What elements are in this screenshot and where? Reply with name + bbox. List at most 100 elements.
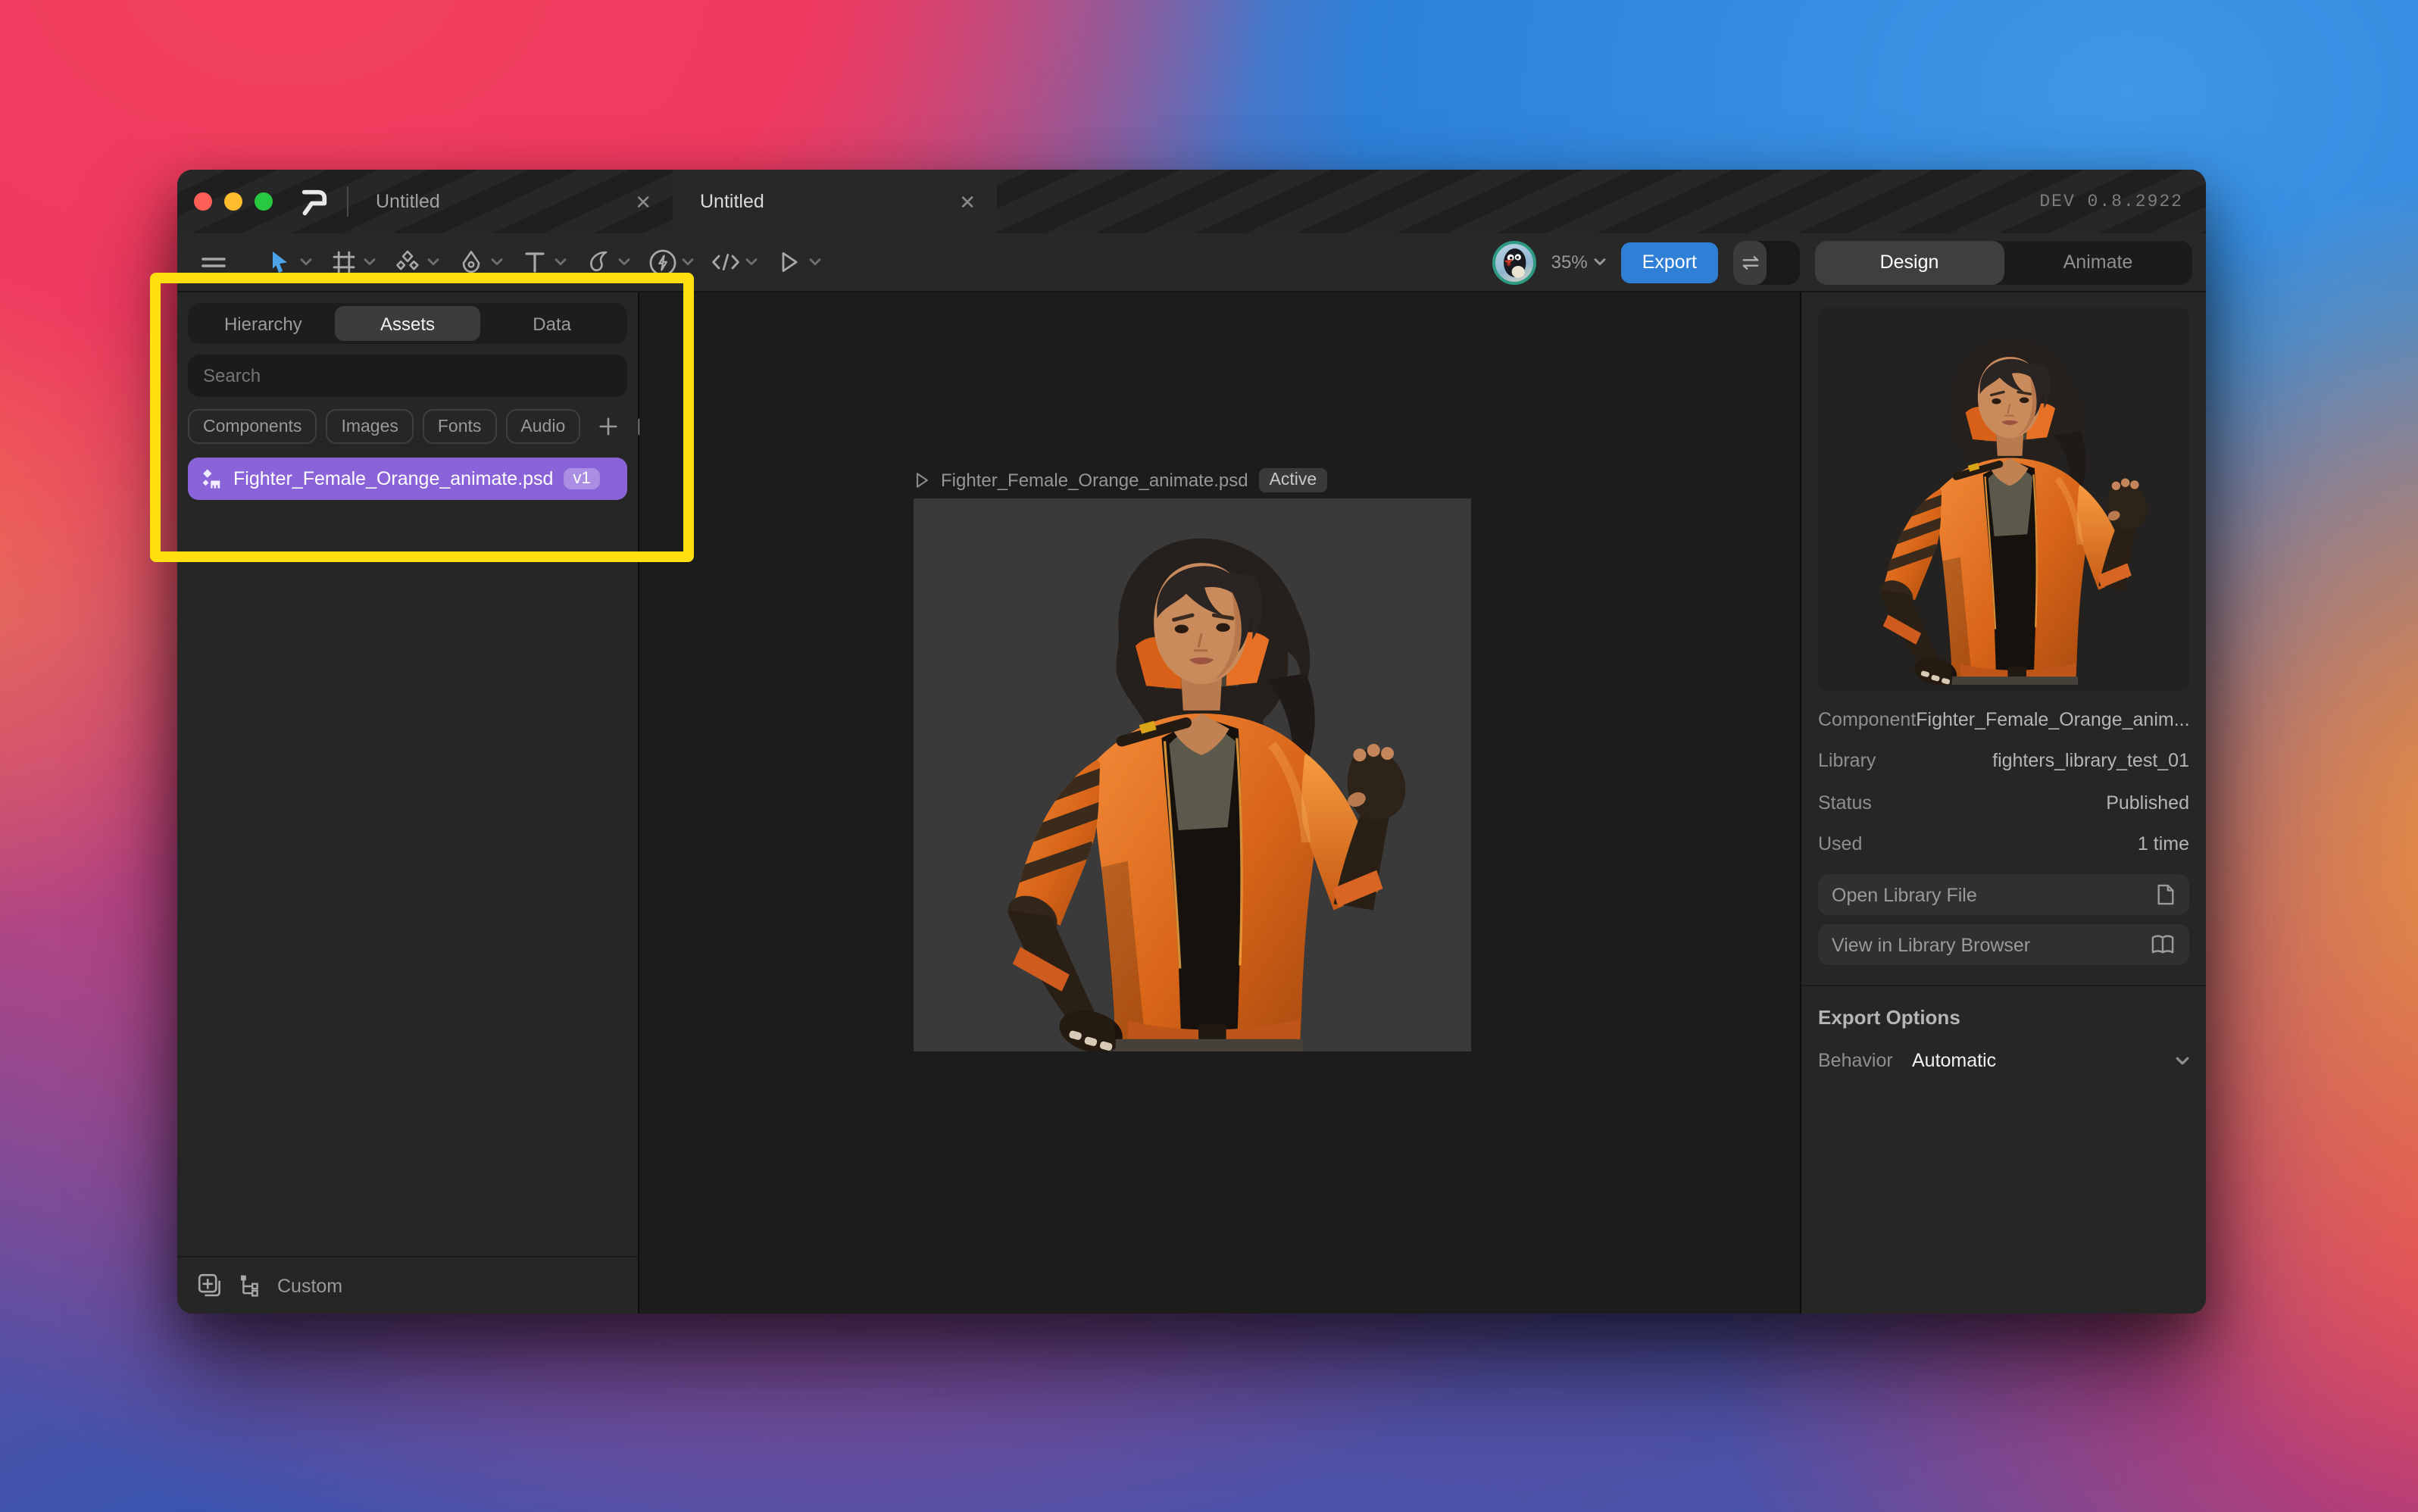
zoom-window-button[interactable] xyxy=(255,192,273,211)
property-value: Fighter_Female_Orange_anim... xyxy=(1916,709,2189,730)
document-tab-1[interactable]: Untitled ✕ xyxy=(348,170,673,233)
traffic-lights xyxy=(177,170,294,233)
behavior-row[interactable]: Behavior Automatic xyxy=(1818,1050,2189,1071)
tab-assets[interactable]: Assets xyxy=(336,306,480,341)
artboard[interactable] xyxy=(914,498,1471,1051)
tab-assets-label: Assets xyxy=(380,313,435,334)
menu-icon[interactable] xyxy=(197,245,230,279)
rive-logo-icon xyxy=(294,170,347,233)
filter-images[interactable]: Images xyxy=(326,409,413,444)
export-button-label: Export xyxy=(1642,251,1697,273)
minimize-window-button[interactable] xyxy=(224,192,242,211)
pen-tool-icon[interactable] xyxy=(455,245,488,279)
artboard-tool-icon[interactable] xyxy=(327,245,361,279)
tab-hierarchy[interactable]: Hierarchy xyxy=(191,306,336,341)
compare-toggle[interactable] xyxy=(1733,240,1800,284)
play-outline-icon[interactable] xyxy=(914,471,930,489)
chevron-down-icon[interactable] xyxy=(618,245,633,279)
mode-switcher: Design Animate xyxy=(1815,240,2192,284)
section-divider xyxy=(1801,985,2206,986)
desktop-wallpaper: Untitled ✕ Untitled ✕ DEV 0.8.2922 xyxy=(0,0,2418,1512)
code-tool-icon[interactable] xyxy=(709,245,742,279)
chevron-down-icon xyxy=(1594,258,1606,267)
close-window-button[interactable] xyxy=(194,192,212,211)
chevron-down-icon[interactable] xyxy=(491,245,506,279)
tab-design-label: Design xyxy=(1880,251,1939,273)
add-asset-plus-icon[interactable] xyxy=(598,417,618,436)
close-tab-icon[interactable]: ✕ xyxy=(953,189,982,214)
chevron-down-icon xyxy=(2176,1055,2189,1066)
fighter-character-image xyxy=(914,498,1471,1051)
left-panel-footer: Custom xyxy=(177,1256,638,1314)
workspace: Hierarchy Assets Data Components Images … xyxy=(177,292,2206,1314)
button-label: Open Library File xyxy=(1832,884,1977,905)
filter-label: Images xyxy=(341,417,398,436)
fighter-character-thumbnail xyxy=(1818,308,2189,691)
chevron-down-icon[interactable] xyxy=(682,245,697,279)
trigger-tool-icon[interactable] xyxy=(645,245,679,279)
property-label: Library xyxy=(1818,751,1876,772)
property-value: 1 time xyxy=(2138,834,2189,855)
tab-animate-label: Animate xyxy=(2063,251,2133,273)
button-label: View in Library Browser xyxy=(1832,934,2030,955)
search-input[interactable] xyxy=(188,355,627,397)
tab-hierarchy-label: Hierarchy xyxy=(224,313,302,334)
tab-data[interactable]: Data xyxy=(480,306,624,341)
rive-app-window: Untitled ✕ Untitled ✕ DEV 0.8.2922 xyxy=(177,170,2206,1314)
asset-filter-row: Components Images Fonts Audio xyxy=(188,409,627,444)
filter-fonts[interactable]: Fonts xyxy=(423,409,497,444)
property-row: Status Published xyxy=(1818,782,2189,823)
tab-design[interactable]: Design xyxy=(1815,240,2004,284)
bone-tool-icon[interactable] xyxy=(582,245,615,279)
chevron-down-icon[interactable] xyxy=(555,245,570,279)
chevron-down-icon[interactable] xyxy=(745,245,761,279)
compare-toggle-off-half xyxy=(1767,240,1800,284)
tab-animate[interactable]: Animate xyxy=(2004,240,2192,284)
artboard-name[interactable]: Fighter_Female_Orange_animate.psd xyxy=(941,470,1248,491)
filter-components[interactable]: Components xyxy=(188,409,317,444)
component-asset-icon xyxy=(200,467,223,490)
export-button[interactable]: Export xyxy=(1621,242,1718,283)
library-book-icon xyxy=(2150,933,2176,956)
property-row: Used 1 time xyxy=(1818,823,2189,865)
left-panel: Hierarchy Assets Data Components Images … xyxy=(177,292,639,1314)
artboard-header: Fighter_Female_Orange_animate.psd Active xyxy=(914,468,1327,492)
property-label: Status xyxy=(1818,792,1872,814)
tab-data-label: Data xyxy=(533,313,571,334)
title-bar: Untitled ✕ Untitled ✕ DEV 0.8.2922 xyxy=(177,170,2206,233)
chevron-down-icon[interactable] xyxy=(300,245,315,279)
footer-custom-label: Custom xyxy=(277,1275,342,1296)
add-artboard-icon[interactable] xyxy=(197,1273,223,1298)
asset-list-item[interactable]: Fighter_Female_Orange_animate.psd v1 xyxy=(188,458,627,500)
tab-label: Untitled xyxy=(376,191,629,212)
export-options-title: Export Options xyxy=(1818,1006,2189,1029)
filter-audio[interactable]: Audio xyxy=(505,409,580,444)
shapes-tool-icon[interactable] xyxy=(391,245,424,279)
property-row: Component Fighter_Female_Orange_anim... xyxy=(1818,698,2189,740)
document-tab-2[interactable]: Untitled ✕ xyxy=(673,170,997,233)
property-row: Library fighters_library_test_01 xyxy=(1818,740,2189,782)
chevron-down-icon[interactable] xyxy=(427,245,442,279)
chevron-down-icon[interactable] xyxy=(809,245,824,279)
user-avatar[interactable] xyxy=(1492,240,1536,284)
select-tool-icon[interactable] xyxy=(264,245,297,279)
close-tab-icon[interactable]: ✕ xyxy=(629,189,658,214)
canvas[interactable]: Fighter_Female_Orange_animate.psd Active xyxy=(639,292,1800,1314)
chevron-down-icon[interactable] xyxy=(364,245,379,279)
property-value: Published xyxy=(2106,792,2189,814)
zoom-level-control[interactable]: 35% xyxy=(1551,251,1606,273)
play-tool-icon[interactable] xyxy=(773,245,806,279)
dev-version-label: DEV 0.8.2922 xyxy=(2039,192,2206,211)
property-value: fighters_library_test_01 xyxy=(1992,751,2189,772)
tree-icon[interactable] xyxy=(239,1274,261,1297)
behavior-label: Behavior xyxy=(1818,1050,1912,1071)
view-in-library-browser-button[interactable]: View in Library Browser xyxy=(1818,924,2189,965)
open-library-file-button[interactable]: Open Library File xyxy=(1818,874,2189,915)
tab-label: Untitled xyxy=(700,191,953,212)
component-preview xyxy=(1818,308,2189,691)
property-label: Used xyxy=(1818,834,1862,855)
text-tool-icon[interactable] xyxy=(518,245,551,279)
filter-label: Components xyxy=(203,417,301,436)
filter-label: Fonts xyxy=(438,417,482,436)
property-label: Component xyxy=(1818,709,1916,730)
